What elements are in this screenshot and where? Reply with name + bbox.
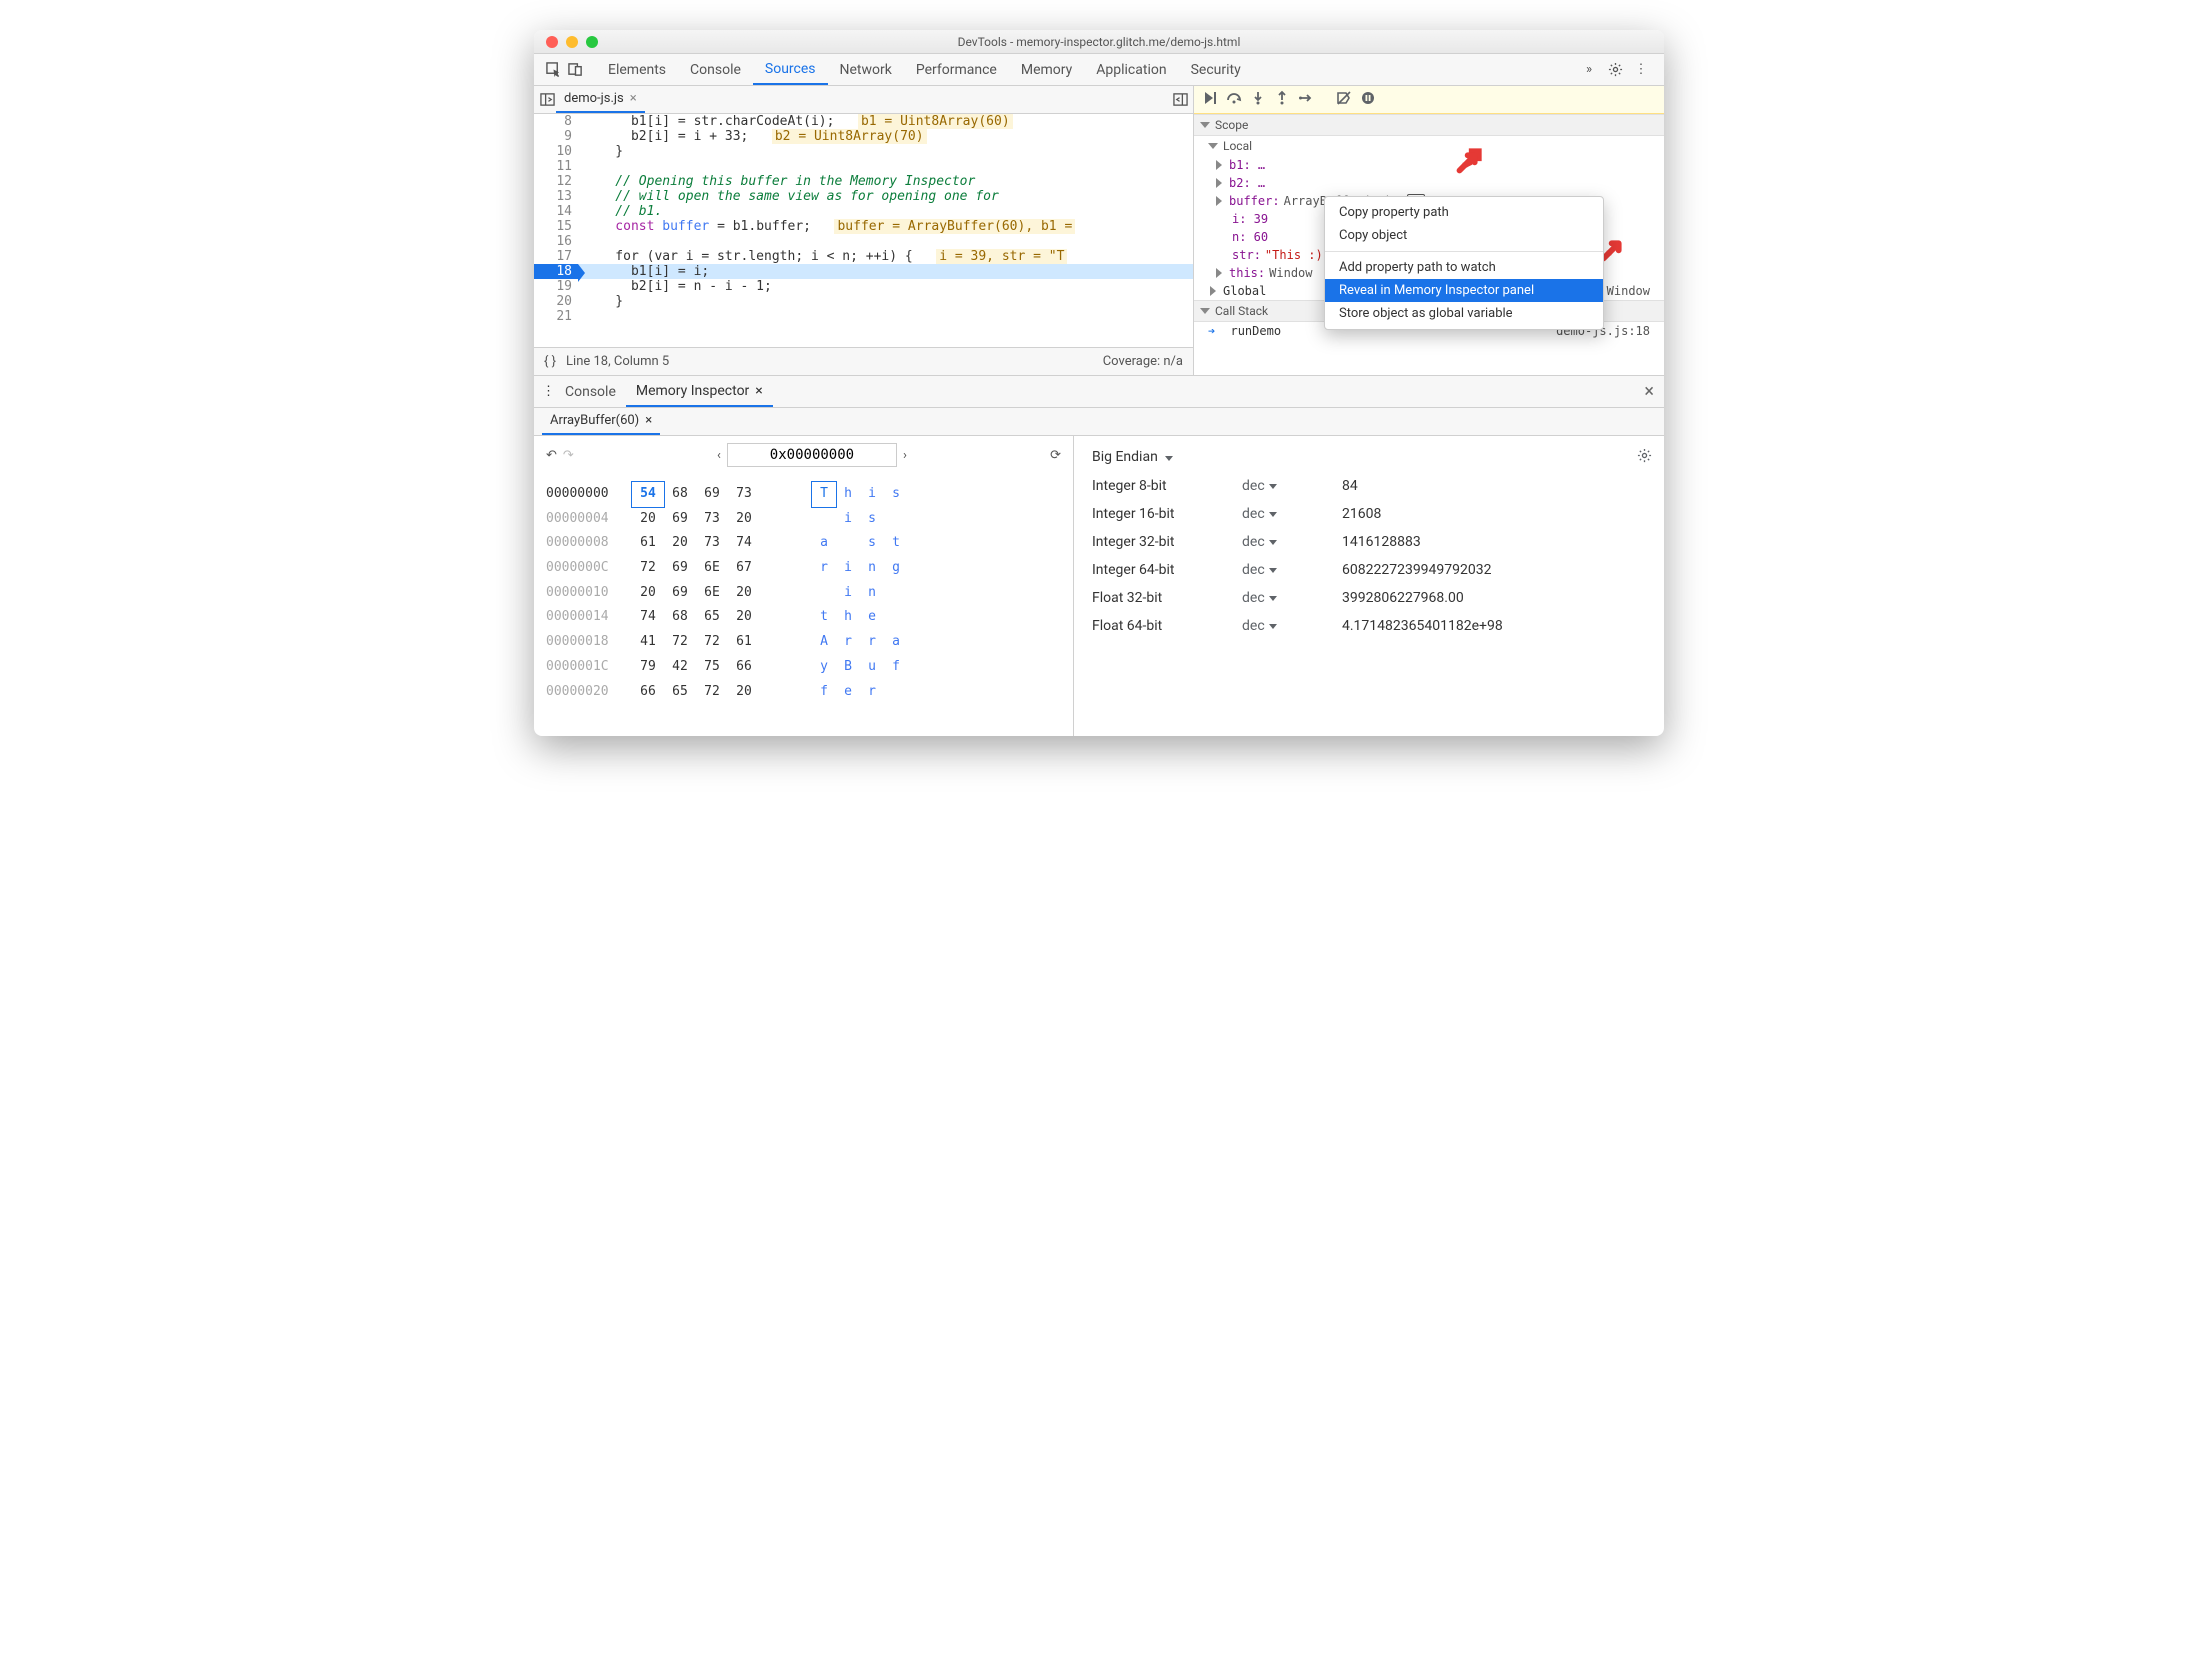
cm-add-watch[interactable]: Add property path to watch — [1325, 256, 1603, 279]
debugger-toolbar — [1194, 86, 1664, 114]
annotation-arrow-icon — [1600, 234, 1628, 262]
value-row: Float 64-bitdec 4.171482365401182e+98 — [1092, 612, 1650, 640]
kebab-menu-icon[interactable]: ⋮ — [1630, 59, 1652, 81]
devtools-window: DevTools - memory-inspector.glitch.me/de… — [534, 30, 1664, 736]
step-out-icon[interactable] — [1274, 90, 1290, 110]
mi-buffer-tab[interactable]: ArrayBuffer(60)× — [542, 408, 660, 435]
tab-elements[interactable]: Elements — [596, 54, 678, 85]
cm-copy-property-path[interactable]: Copy property path — [1325, 201, 1603, 224]
refresh-icon[interactable]: ⟳ — [1050, 448, 1061, 463]
inspect-element-icon[interactable] — [542, 59, 564, 81]
source-file-tab[interactable]: demo-js.js × — [556, 86, 645, 113]
window-title: DevTools - memory-inspector.glitch.me/de… — [534, 35, 1664, 49]
tab-memory[interactable]: Memory — [1009, 54, 1084, 85]
editor-status-bar: { } Line 18, Column 5 Coverage: n/a — [534, 347, 1193, 375]
debugger-sidebar-toggle-icon[interactable] — [1171, 91, 1189, 109]
annotation-arrow-icon — [1456, 146, 1484, 174]
step-into-icon[interactable] — [1250, 90, 1266, 110]
resume-icon[interactable] — [1202, 90, 1218, 110]
endianness-select[interactable]: Big Endian — [1092, 449, 1173, 465]
cm-copy-object[interactable]: Copy object — [1325, 224, 1603, 247]
source-file-label: demo-js.js — [564, 91, 624, 106]
value-mode-select[interactable]: dec — [1242, 478, 1342, 494]
value-mode-select[interactable]: dec — [1242, 618, 1342, 634]
tab-console[interactable]: Console — [678, 54, 753, 85]
deactivate-breakpoints-icon[interactable] — [1336, 90, 1352, 110]
cm-store-global[interactable]: Store object as global variable — [1325, 302, 1603, 325]
mi-address-bar: ↶ ↷ ‹ › ⟳ — [534, 436, 1073, 474]
value-row: Float 32-bitdec 3992806227968.00 — [1092, 584, 1650, 612]
drawer-close-icon[interactable]: × — [1644, 381, 1654, 402]
tab-application[interactable]: Application — [1084, 54, 1178, 85]
tab-sources[interactable]: Sources — [753, 54, 828, 85]
cursor-position: Line 18, Column 5 — [566, 354, 669, 369]
value-mode-select[interactable]: dec — [1242, 506, 1342, 522]
scope-header[interactable]: Scope — [1194, 114, 1664, 136]
memory-inspector-body: ↶ ↷ ‹ › ⟳ 0000000054686973This0000000420… — [534, 436, 1664, 736]
mi-value-panel: Big Endian Integer 8-bitdec 84Integer 16… — [1074, 436, 1664, 736]
address-next-icon[interactable]: › — [903, 448, 907, 463]
device-toolbar-icon[interactable] — [564, 59, 586, 81]
value-row: Integer 64-bitdec 6082227239949792032 — [1092, 556, 1650, 584]
drawer-kebab-icon[interactable]: ⋮ — [542, 384, 555, 399]
close-tab-icon[interactable]: × — [755, 383, 762, 399]
drawer-tab-memory-inspector[interactable]: Memory Inspector× — [626, 376, 773, 407]
undo-icon[interactable]: ↶ — [546, 448, 557, 463]
pause-on-exceptions-icon[interactable] — [1360, 90, 1376, 110]
main-tabs: ElementsConsoleSourcesNetworkPerformance… — [596, 54, 1578, 85]
context-menu: Copy property path Copy object Add prope… — [1324, 196, 1604, 330]
scope-var-b2[interactable]: b2: … — [1194, 174, 1664, 192]
mi-settings-icon[interactable] — [1637, 448, 1652, 467]
pretty-print-icon[interactable]: { } — [544, 354, 556, 369]
drawer-tab-console[interactable]: Console — [555, 376, 626, 407]
close-tab-icon[interactable]: × — [645, 413, 652, 428]
more-tabs-icon[interactable]: » — [1578, 59, 1600, 81]
address-input[interactable] — [727, 443, 897, 467]
tab-network[interactable]: Network — [828, 54, 904, 85]
value-row: Integer 8-bitdec 84 — [1092, 472, 1650, 500]
settings-icon[interactable] — [1604, 59, 1626, 81]
titlebar: DevTools - memory-inspector.glitch.me/de… — [534, 30, 1664, 54]
mi-hex-panel: ↶ ↷ ‹ › ⟳ 0000000054686973This0000000420… — [534, 436, 1074, 736]
tab-security[interactable]: Security — [1179, 54, 1253, 85]
value-row: Integer 32-bitdec 1416128883 — [1092, 528, 1650, 556]
navigator-toggle-icon[interactable] — [538, 91, 556, 109]
code-editor[interactable]: 8 b1[i] = str.charCodeAt(i); b1 = Uint8A… — [534, 114, 1193, 347]
step-icon[interactable] — [1298, 90, 1314, 110]
value-mode-select[interactable]: dec — [1242, 590, 1342, 606]
coverage-status: Coverage: n/a — [1103, 354, 1183, 369]
main-toolbar: ElementsConsoleSourcesNetworkPerformance… — [534, 54, 1664, 86]
mi-hex-table[interactable]: 0000000054686973This0000000420697320.is.… — [534, 474, 1073, 712]
address-prev-icon[interactable]: ‹ — [717, 448, 721, 463]
mi-buffer-tabs: ArrayBuffer(60)× — [534, 408, 1664, 436]
step-over-icon[interactable] — [1226, 90, 1242, 110]
tab-performance[interactable]: Performance — [904, 54, 1009, 85]
value-mode-select[interactable]: dec — [1242, 562, 1342, 578]
close-tab-icon[interactable]: × — [630, 91, 637, 106]
scope-var-b1[interactable]: b1: … — [1194, 156, 1664, 174]
redo-icon[interactable]: ↷ — [563, 448, 574, 463]
sources-panel: demo-js.js × 8 b1[i] = str.charCodeAt(i)… — [534, 86, 1194, 375]
local-scope-header[interactable]: Local — [1194, 136, 1664, 156]
drawer-tabs: ⋮ Console Memory Inspector× × — [534, 376, 1664, 408]
value-row: Integer 16-bitdec 21608 — [1092, 500, 1650, 528]
cm-reveal-memory-inspector[interactable]: Reveal in Memory Inspector panel — [1325, 279, 1603, 302]
value-mode-select[interactable]: dec — [1242, 534, 1342, 550]
